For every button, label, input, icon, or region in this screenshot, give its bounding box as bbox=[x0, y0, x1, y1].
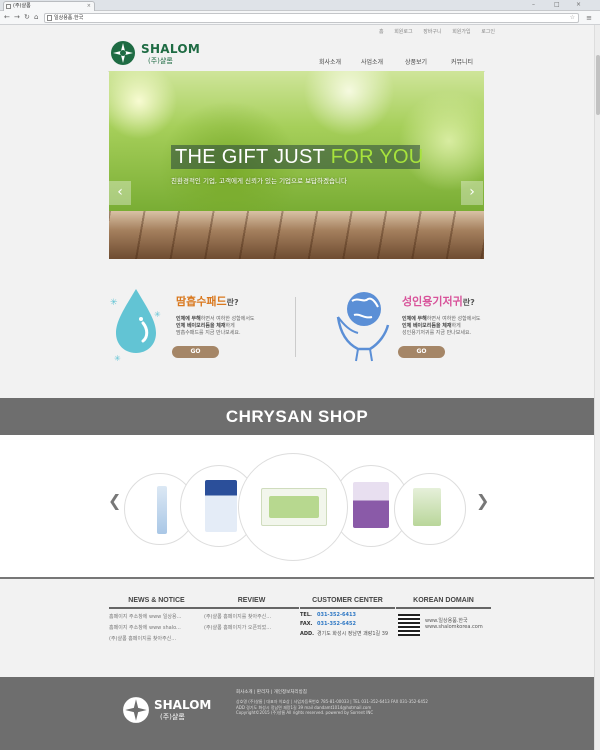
logo-name: SHALOM bbox=[141, 42, 201, 56]
page-info-icon[interactable] bbox=[47, 15, 52, 21]
page-scrollbar[interactable] bbox=[594, 25, 600, 750]
maximize-icon[interactable]: □ bbox=[554, 0, 560, 9]
promo-description: 인체에 무해하면서 여하한 성함에서도 인체 베이모리듬을 체재하게 성인용기저… bbox=[402, 316, 481, 336]
water-drop-icon: ✳ ✳ ✳ bbox=[110, 289, 161, 363]
product-item[interactable] bbox=[394, 473, 466, 545]
promo-go-button[interactable]: GO bbox=[172, 346, 219, 358]
news-notice-panel: NEWS & NOTICE 홈페이지 주소창에 www 일상용... 홈페이지 … bbox=[109, 597, 204, 642]
forward-icon[interactable]: → bbox=[14, 13, 20, 22]
promo-divider bbox=[295, 297, 296, 357]
site-logo[interactable]: SHALOM (주)샬롬 bbox=[110, 40, 200, 68]
browser-toolbar: ← → ↻ ⌂ 일상용품.한국 ☆ ≡ bbox=[0, 11, 600, 25]
globe-hand-icon bbox=[336, 292, 390, 362]
address-bar[interactable]: 일상용품.한국 ☆ bbox=[44, 13, 579, 23]
news-heading: NEWS & NOTICE bbox=[109, 597, 204, 609]
url-text: 일상용품.한국 bbox=[54, 15, 84, 21]
promo-title: 땀흡수패드란? bbox=[176, 295, 239, 308]
news-item[interactable]: (주)샬롬 홈페이지를 찾아주신... bbox=[109, 635, 204, 642]
domain-text: www.일상용품.한국 www.shalomkorea.com bbox=[425, 618, 483, 630]
back-icon[interactable]: ← bbox=[4, 13, 10, 22]
hero-headline: THE GIFT JUST FOR YOU bbox=[175, 146, 424, 168]
site-footer: SHALOM (주)샬롬 회사소개 | 판리자 | 개인정보처리방침 상호명 (… bbox=[0, 677, 594, 750]
util-link-login[interactable]: 로그인 bbox=[481, 29, 495, 35]
promo-description: 인체에 무해하면서 여하한 성함에서도 인체 베이모리듬을 체재하게 땀흡수패드… bbox=[176, 316, 255, 336]
footer-logo-icon bbox=[123, 697, 149, 723]
news-item[interactable]: 홈페이지 주소창에 www shalo... bbox=[109, 624, 204, 631]
window-close-icon[interactable]: × bbox=[576, 0, 581, 9]
browser-menu-icon[interactable]: ≡ bbox=[586, 14, 592, 22]
fax-row: FAX. 031-352-6452 bbox=[300, 621, 356, 627]
hero-background bbox=[109, 71, 484, 211]
carousel-prev-icon[interactable]: ❮ bbox=[108, 491, 121, 510]
bookmark-star-icon[interactable]: ☆ bbox=[570, 14, 575, 22]
browser-tab[interactable]: (주)샬롬 × bbox=[3, 1, 95, 11]
reload-icon[interactable]: ↻ bbox=[24, 13, 30, 22]
promo-adult-diaper: 성인용기저귀란? 인체에 무해하면서 여하한 성함에서도 인체 베이모리듬을 체… bbox=[334, 283, 514, 373]
address-row: ADD. 경기도 화성시 정남면 괘랑1길 39 bbox=[300, 631, 389, 637]
news-item[interactable]: 홈페이지 주소창에 www 일상용... bbox=[109, 613, 204, 620]
domain-heading: KOREAN DOMAIN bbox=[396, 597, 491, 609]
nav-item-business[interactable]: 사업소개 bbox=[361, 57, 383, 66]
shop-title: CHRYSAN SHOP bbox=[225, 407, 369, 426]
minimize-icon[interactable]: – bbox=[532, 0, 535, 9]
util-link-cart[interactable]: 장바구니 bbox=[423, 29, 441, 35]
home-icon[interactable]: ⌂ bbox=[34, 13, 38, 22]
nav-item-community[interactable]: 커뮤니티 bbox=[451, 57, 473, 66]
tab-close-icon[interactable]: × bbox=[87, 2, 91, 11]
section-rule bbox=[0, 577, 594, 579]
customer-heading: CUSTOMER CENTER bbox=[300, 597, 395, 609]
nav-item-about[interactable]: 회사소개 bbox=[319, 57, 341, 66]
promo-sweat-pad: ✳ ✳ ✳ 땀흡수패드란? 인체에 무해하면서 여하한 성함에서도 인체 베이모… bbox=[108, 283, 288, 373]
logo-sub: (주)샬롬 bbox=[148, 57, 173, 65]
svg-text:✳: ✳ bbox=[114, 354, 121, 363]
web-page: 홈 회원로그 장바구니 회원가입 로그인 SHALOM (주)샬롬 회사소개 사… bbox=[0, 25, 600, 750]
svg-text:✳: ✳ bbox=[110, 298, 118, 308]
utility-links: 홈 회원로그 장바구니 회원가입 로그인 bbox=[370, 28, 495, 35]
review-item[interactable]: (주)샬롬 홈페이지를 찾아주신... bbox=[204, 613, 299, 620]
korean-domain-panel: KOREAN DOMAIN www.일상용품.한국 www.shalomkore… bbox=[396, 597, 491, 647]
nav-item-products[interactable]: 상품보기 bbox=[405, 57, 427, 66]
review-heading: REVIEW bbox=[204, 597, 299, 609]
qr-code-icon bbox=[398, 614, 420, 636]
slider-next-button[interactable]: › bbox=[461, 181, 483, 205]
promo-go-button[interactable]: GO bbox=[398, 346, 445, 358]
tel-row: TEL. 031-352-6413 bbox=[300, 612, 356, 618]
util-link-member[interactable]: 회원로그 bbox=[394, 29, 412, 35]
hero-wood-floor bbox=[109, 211, 484, 259]
footer-links[interactable]: 회사소개 | 판리자 | 개인정보처리방침 bbox=[236, 689, 307, 695]
review-panel: REVIEW (주)샬롬 홈페이지를 찾아주신... (주)샬롬 홈페이지가 오… bbox=[204, 597, 299, 631]
hero-subline: 친환경적인 기업, 고객에게 신뢰가 있는 기업으로 보답하겠습니다 bbox=[171, 177, 347, 185]
logo-emblem-icon bbox=[111, 41, 135, 65]
scrollbar-thumb[interactable] bbox=[596, 55, 600, 115]
product-item-featured[interactable] bbox=[238, 453, 348, 561]
shop-banner: CHRYSAN SHOP bbox=[0, 398, 594, 435]
product-carousel: ❮ ❯ bbox=[0, 435, 594, 577]
footer-company-info: 상호명 (주)샬롬 | 대표자 이효상 | 사업자등록번호 785-81-000… bbox=[236, 699, 428, 715]
carousel-next-icon[interactable]: ❯ bbox=[476, 491, 489, 510]
footer-logo-sub: (주)샬롬 bbox=[160, 713, 185, 721]
hero-slider: THE GIFT JUST FOR YOU 친환경적인 기업, 고객에게 신뢰가… bbox=[109, 71, 484, 259]
slider-prev-button[interactable]: ‹ bbox=[109, 181, 131, 205]
util-link-join[interactable]: 회원가입 bbox=[452, 29, 470, 35]
tab-title: (주)샬롬 bbox=[13, 3, 31, 9]
promo-title: 성인용기저귀란? bbox=[402, 295, 475, 308]
util-link-home[interactable]: 홈 bbox=[379, 29, 384, 35]
browser-tab-strip: (주)샬롬 × – □ × bbox=[0, 0, 600, 11]
svg-text:✳: ✳ bbox=[154, 310, 161, 319]
footer-logo-name: SHALOM bbox=[154, 698, 212, 712]
review-item[interactable]: (주)샬롬 홈페이지가 오픈되었... bbox=[204, 624, 299, 631]
page-icon bbox=[6, 4, 11, 9]
customer-center-panel: CUSTOMER CENTER TEL. 031-352-6413 FAX. 031… bbox=[300, 597, 395, 637]
